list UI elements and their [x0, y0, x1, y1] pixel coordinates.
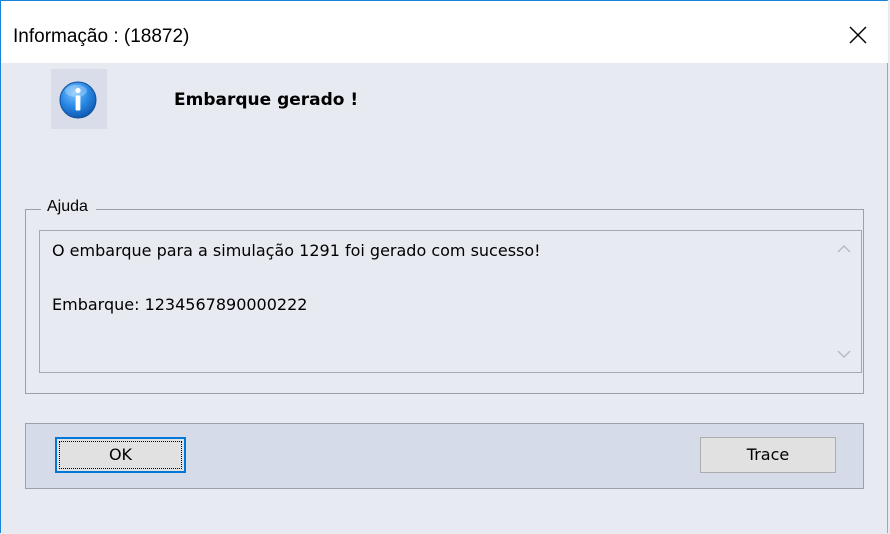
- help-line-message: O embarque para a simulação 1291 foi ger…: [52, 241, 541, 260]
- ok-button[interactable]: OK: [55, 437, 186, 473]
- button-bar: OK Trace: [25, 423, 864, 489]
- message-title: Embarque gerado !: [174, 90, 359, 110]
- close-icon: [849, 26, 867, 44]
- help-line-embarque: Embarque: 1234567890000222: [52, 295, 308, 314]
- scroll-down-button[interactable]: [827, 342, 861, 366]
- help-legend: Ajuda: [41, 198, 96, 216]
- info-icon-container: [51, 69, 107, 129]
- trace-button[interactable]: Trace: [700, 437, 836, 473]
- dialog-window: Informação : (18872) Embarque gerado ! A…: [0, 0, 888, 533]
- info-icon: [59, 81, 97, 119]
- title-bar: Informação : (18872): [1, 1, 888, 63]
- window-title: Informação : (18872): [13, 26, 190, 47]
- help-text-area[interactable]: O embarque para a simulação 1291 foi ger…: [39, 230, 862, 373]
- scroll-up-button[interactable]: [827, 237, 861, 261]
- chevron-up-icon: [837, 245, 851, 253]
- close-button[interactable]: [838, 1, 888, 63]
- trace-button-label: Trace: [746, 445, 790, 464]
- chevron-down-icon: [837, 350, 851, 358]
- focus-rectangle: [59, 441, 182, 469]
- vertical-scrollbar[interactable]: [827, 231, 861, 372]
